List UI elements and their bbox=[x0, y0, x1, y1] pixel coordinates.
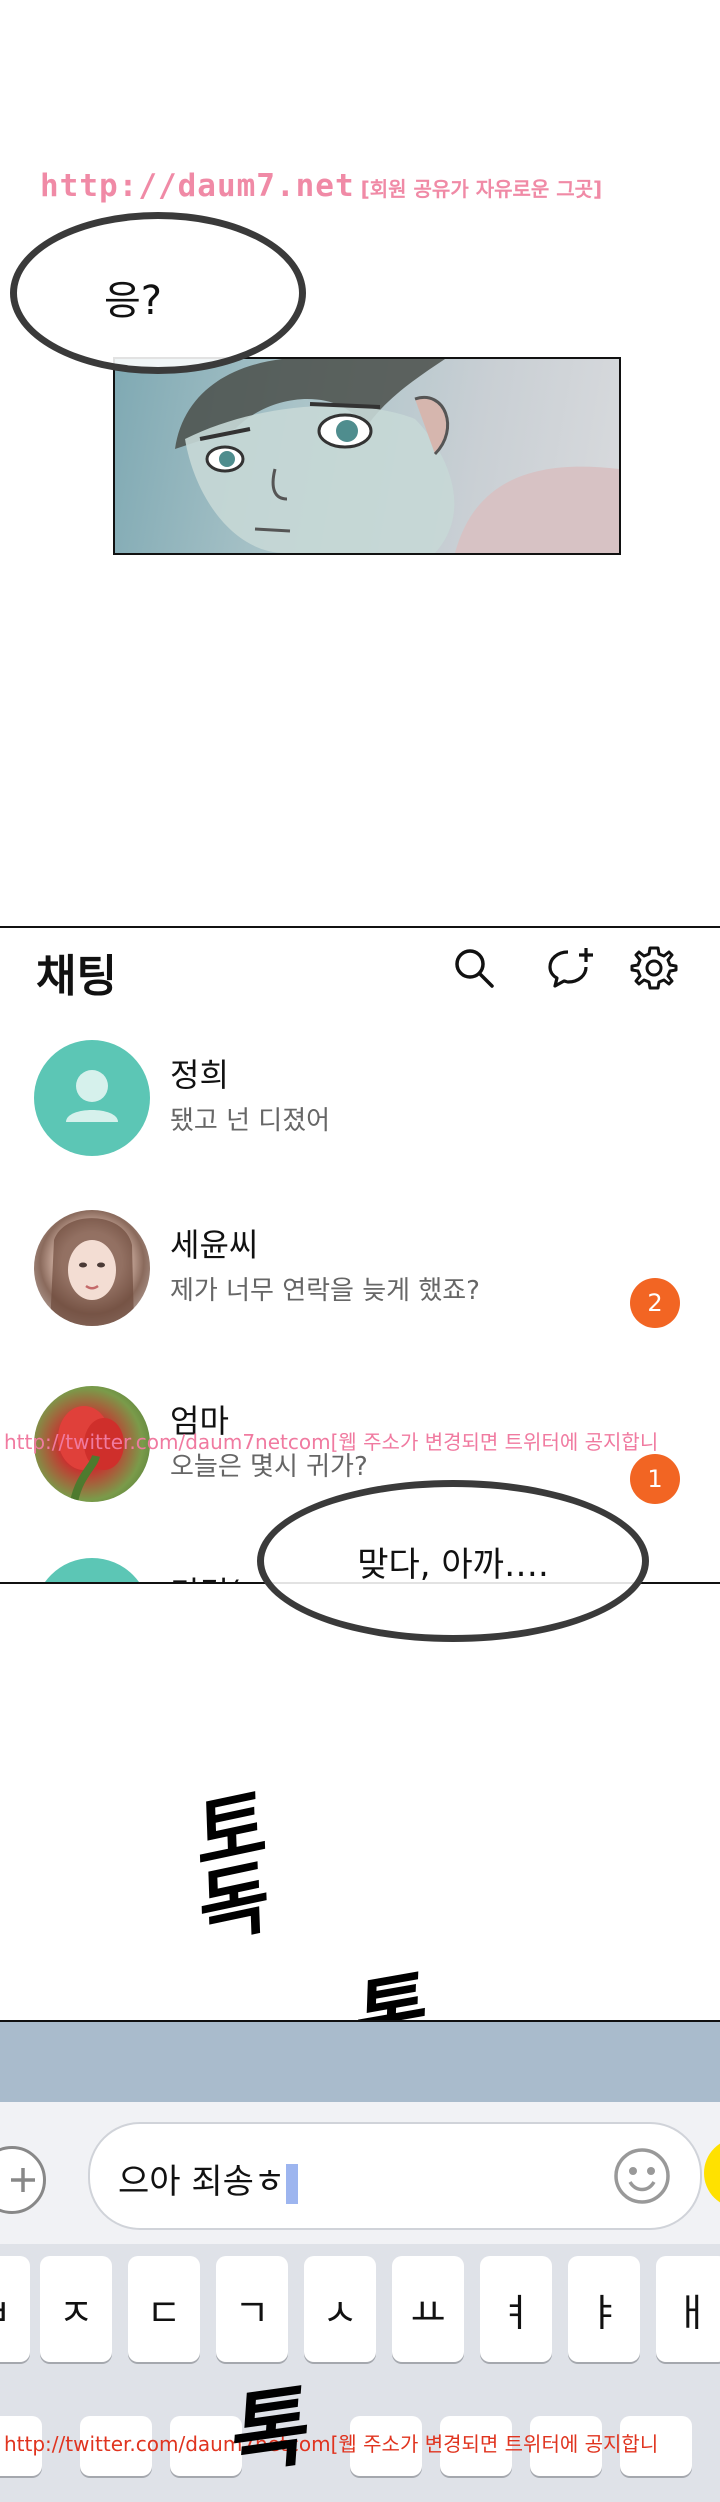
chat-list-screen: 채팅 정희 됐고 넌 디졌어 세윤씨 제가 너무 연락을 늦게 했죠? 2 엄마… bbox=[0, 926, 720, 1584]
message-field[interactable]: 으아 죄송ㅎ bbox=[88, 2122, 702, 2230]
keyboard-key[interactable]: ㅈ bbox=[40, 2256, 112, 2362]
keyboard-key[interactable]: ㅐ bbox=[656, 2256, 720, 2362]
chat-row[interactable]: 정희 됐고 넌 디졌어 bbox=[0, 1040, 720, 1200]
emoji-icon[interactable] bbox=[610, 2144, 674, 2208]
face-illustration bbox=[175, 359, 619, 553]
send-button[interactable] bbox=[704, 2138, 720, 2208]
text-cursor bbox=[286, 2163, 299, 2204]
sound-effect: 토독 bbox=[179, 1779, 273, 1945]
default-avatar bbox=[34, 1558, 150, 1582]
speech-text: 맞다, 아까…. bbox=[357, 1544, 549, 1585]
watermark-url-text: http://daum7.net bbox=[40, 168, 355, 204]
gear-icon[interactable] bbox=[630, 944, 678, 992]
add-button[interactable] bbox=[0, 2146, 46, 2214]
keyboard-key[interactable]: ㅑ bbox=[568, 2256, 640, 2362]
message-input-bar: 으아 죄송ㅎ bbox=[0, 2102, 720, 2244]
chat-background bbox=[0, 2022, 720, 2102]
watermark-url: http://daum7.net [회원 공유가 자유로운 그곳] bbox=[40, 168, 602, 204]
keyboard-key[interactable]: ㄱ bbox=[216, 2256, 288, 2362]
sound-effect: 톡 bbox=[228, 2374, 314, 2488]
keyboard-key[interactable]: ㅂ bbox=[0, 2256, 30, 2362]
chat-name: 미경( bbox=[170, 1568, 241, 1582]
default-avatar bbox=[34, 1040, 150, 1156]
keyboard-key[interactable]: ㄷ bbox=[128, 2256, 200, 2362]
plus-icon bbox=[11, 2168, 35, 2192]
chat-title: 채팅 bbox=[36, 951, 117, 1002]
speech-bubble: 맞다, 아까…. bbox=[257, 1480, 649, 1642]
watermark-twitter: http://twitter.com/daum7netcom[웹 주소가 변경되… bbox=[4, 1430, 659, 1454]
chat-name: 정희 bbox=[170, 1056, 229, 1094]
keyboard-key[interactable]: ㅛ bbox=[392, 2256, 464, 2362]
chat-row[interactable]: 세윤씨 제가 너무 연락을 늦게 했죠? 2 bbox=[0, 1210, 720, 1370]
chat-name: 세윤씨 bbox=[170, 1226, 259, 1264]
chat-preview: 제가 너무 연락을 늦게 했죠? bbox=[170, 1276, 480, 1306]
search-icon[interactable] bbox=[450, 944, 498, 992]
new-chat-icon[interactable] bbox=[546, 944, 594, 992]
photo-avatar bbox=[34, 1210, 150, 1326]
watermark-tag-text: [회원 공유가 자유로운 그곳] bbox=[360, 177, 603, 201]
comic-panel-face bbox=[113, 357, 621, 555]
speech-bubble: 응? bbox=[10, 212, 306, 374]
message-text[interactable]: 으아 죄송ㅎ bbox=[118, 2154, 299, 2204]
speech-text: 응? bbox=[103, 278, 163, 324]
woman-portrait bbox=[50, 1218, 134, 1326]
keyboard-key[interactable]: ㅕ bbox=[480, 2256, 552, 2362]
unread-badge: 1 bbox=[630, 1454, 680, 1504]
keyboard-key[interactable]: ㅅ bbox=[304, 2256, 376, 2362]
message-value: 으아 죄송ㅎ bbox=[118, 2162, 286, 2202]
person-icon bbox=[66, 1070, 118, 1122]
unread-badge: 2 bbox=[630, 1278, 680, 1328]
chat-preview: 됐고 넌 디졌어 bbox=[170, 1106, 331, 1136]
watermark-twitter: http://twitter.com/daum7netcom[웹 주소가 변경되… bbox=[4, 2432, 659, 2456]
